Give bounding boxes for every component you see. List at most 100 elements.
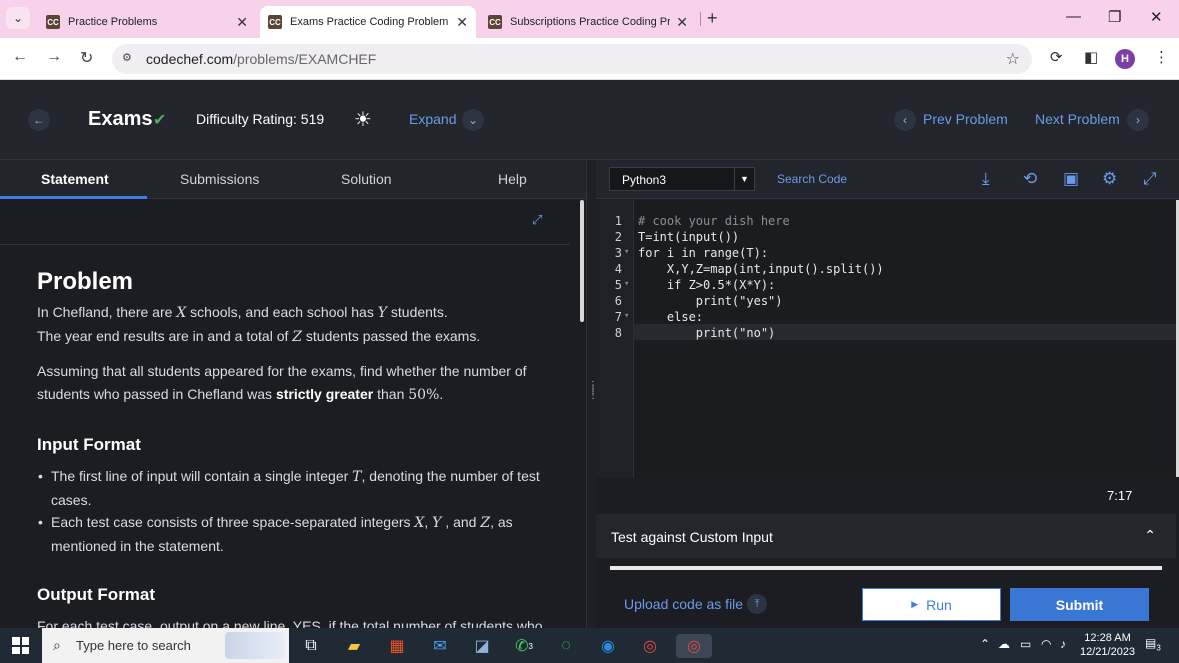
kebab-icon[interactable]: ⋮ <box>1154 48 1169 66</box>
next-problem-link[interactable]: Next Problem <box>1035 111 1120 127</box>
tab-separator <box>700 12 701 26</box>
star-icon[interactable]: ☆ <box>1006 49 1020 69</box>
site-info-icon[interactable]: ⚙ <box>122 51 138 67</box>
custom-input-field[interactable] <box>610 566 1162 570</box>
close-window-icon[interactable]: ✕ <box>1150 8 1163 26</box>
minimize-icon[interactable]: — <box>1066 8 1081 25</box>
search-code-link[interactable]: Search Code <box>777 172 847 186</box>
search-icon: ⌕ <box>53 637 61 653</box>
fold-arrow-icon[interactable]: ▾ <box>624 311 629 321</box>
download-icon[interactable]: ⤓ <box>982 169 990 189</box>
tab-solution[interactable]: Solution <box>341 171 392 187</box>
line-number: 8 <box>614 326 622 340</box>
mail-icon[interactable]: ✉ <box>428 634 452 658</box>
chevron-right-icon[interactable]: › <box>1127 109 1149 131</box>
fold-arrow-icon[interactable]: ▾ <box>624 279 629 289</box>
close-icon[interactable]: ✕ <box>456 14 468 31</box>
chevron-up-icon: ⌃ <box>1144 527 1156 543</box>
cloud-offline-icon[interactable]: ☁ <box>998 637 1010 651</box>
tab-title: Subscriptions Practice Coding Pro <box>510 16 671 28</box>
tab-search-icon[interactable]: ⌄ <box>6 7 30 29</box>
statement-toolbar <box>0 199 570 245</box>
theme-sun-icon[interactable]: ☀ <box>354 107 372 132</box>
upload-icon[interactable]: ⤒ <box>747 594 767 614</box>
code-line: X,Y,Z=map(int,input().split()) <box>638 262 884 276</box>
reload-icon[interactable]: ↻ <box>80 48 93 68</box>
run-button[interactable]: ▶ Run <box>862 588 1001 621</box>
windows-start-icon[interactable] <box>12 637 29 654</box>
tab-statement[interactable]: Statement <box>41 171 109 187</box>
wifi-icon[interactable]: ◠ <box>1041 637 1051 651</box>
back-arrow-icon[interactable]: ← <box>28 109 50 131</box>
chevron-up-icon[interactable]: ⌃ <box>980 637 990 651</box>
taskbar-search-input[interactable]: ⌕ Type here to search <box>42 628 289 663</box>
sidepanel-icon[interactable]: ◧ <box>1084 48 1098 66</box>
input-format-heading: Input Format <box>37 435 141 454</box>
statement-paragraph-1: In Chefland, there are X schools, and ea… <box>37 304 481 345</box>
close-icon[interactable]: ✕ <box>236 14 248 31</box>
forward-icon[interactable]: → <box>46 48 62 66</box>
url-input[interactable]: ⚙ codechef.com/problems/EXAMCHEF ☆ <box>112 44 1032 74</box>
file-explorer-icon[interactable]: ▰ <box>342 634 366 658</box>
chrome-active-icon[interactable]: ◎ <box>676 634 712 658</box>
whatsapp-icon[interactable]: ✆ 3 <box>512 634 536 658</box>
clock-time: 12:28 AM <box>1084 632 1131 644</box>
back-icon[interactable]: ← <box>12 48 28 66</box>
fold-arrow-icon[interactable]: ▾ <box>624 247 629 257</box>
chevron-down-icon[interactable]: ⌄ <box>462 109 484 131</box>
line-number: 3 <box>614 246 622 260</box>
line-number: 4 <box>614 262 622 276</box>
chrome-icon[interactable]: ◎ <box>638 634 662 658</box>
code-line: for i in range(T): <box>638 246 769 260</box>
code-editor[interactable]: 1 2 3 4 5 6 7 8 ▾ ▾ ▾ # cook your dish h… <box>596 200 1176 478</box>
tab-title: Practice Problems <box>68 16 158 28</box>
notes-icon[interactable]: ◪ <box>470 634 494 658</box>
edge-icon[interactable]: ◉ <box>596 634 620 658</box>
volume-icon[interactable]: ♪ <box>1060 637 1066 651</box>
notification-icon[interactable]: ▤3 <box>1145 636 1161 652</box>
chevron-left-icon[interactable]: ‹ <box>894 109 916 131</box>
language-value: Python3 <box>622 173 667 187</box>
tab-help[interactable]: Help <box>498 171 527 187</box>
browser-tab-subscriptions[interactable]: CC Subscriptions Practice Coding Pro ✕ <box>480 6 696 38</box>
url-text: codechef.com/problems/EXAMCHEF <box>146 51 377 67</box>
expand-button[interactable]: Expand <box>409 111 456 127</box>
code-line: else: <box>638 310 704 324</box>
save-icon[interactable]: ▣ <box>1063 169 1079 189</box>
search-highlight-image <box>225 632 285 659</box>
profile-avatar[interactable]: H <box>1115 49 1135 69</box>
browser-tab-exams[interactable]: CC Exams Practice Coding Problem - C ✕ <box>260 6 476 38</box>
prev-problem-link[interactable]: Prev Problem <box>923 111 1008 127</box>
task-view-icon[interactable]: ⧉ <box>299 634 323 658</box>
battery-icon[interactable]: ▭ <box>1020 637 1031 651</box>
difficulty-rating: Difficulty Rating: 519 <box>196 111 325 127</box>
submit-button[interactable]: Submit <box>1010 588 1149 621</box>
new-tab-icon[interactable]: + <box>707 8 718 29</box>
custom-input-toggle[interactable]: Test against Custom Input ⌃ <box>596 514 1176 558</box>
custom-input-label: Test against Custom Input <box>611 529 773 545</box>
browser-tab-practice-problems[interactable]: CC Practice Problems ✕ <box>38 6 256 38</box>
gear-icon[interactable]: ⚙ <box>1102 169 1117 189</box>
store-icon[interactable]: ▦ <box>385 634 409 658</box>
fullscreen-icon[interactable]: ⤢ <box>532 212 542 228</box>
solved-check-icon: ✔ <box>153 112 167 129</box>
statement-scrollbar[interactable] <box>580 200 584 322</box>
system-clock[interactable]: 12:28 AM 12/21/2023 <box>1080 631 1135 659</box>
address-bar: ← → ↻ ⚙ codechef.com/problems/EXAMCHEF ☆… <box>0 38 1179 80</box>
left-tab-bar: Statement Submissions Solution Help <box>0 160 586 199</box>
codechef-favicon-icon: CC <box>268 15 282 29</box>
code-line: print("yes") <box>638 294 783 308</box>
fullscreen-icon[interactable]: ⤢ <box>1143 169 1157 189</box>
problem-heading: Problem <box>37 268 134 295</box>
extension-icon[interactable]: ⟳ <box>1050 48 1063 66</box>
loading-app-icon[interactable]: ◌ <box>554 634 578 658</box>
restore-icon[interactable]: ❐ <box>1108 8 1121 26</box>
tab-title: Exams Practice Coding Problem - C <box>290 16 451 28</box>
windows-taskbar: ⌕ Type here to search ⧉ ▰ ▦ ✉ ◪ ✆ 3 ◌ ◉ ◎… <box>0 628 1179 663</box>
close-icon[interactable]: ✕ <box>676 14 688 31</box>
upload-code-link[interactable]: Upload code as file <box>624 596 743 612</box>
line-number: 1 <box>614 214 622 228</box>
language-select[interactable]: Python3 ▼ <box>609 167 755 191</box>
tab-submissions[interactable]: Submissions <box>180 171 259 187</box>
reset-icon[interactable]: ⟲ <box>1023 169 1037 189</box>
